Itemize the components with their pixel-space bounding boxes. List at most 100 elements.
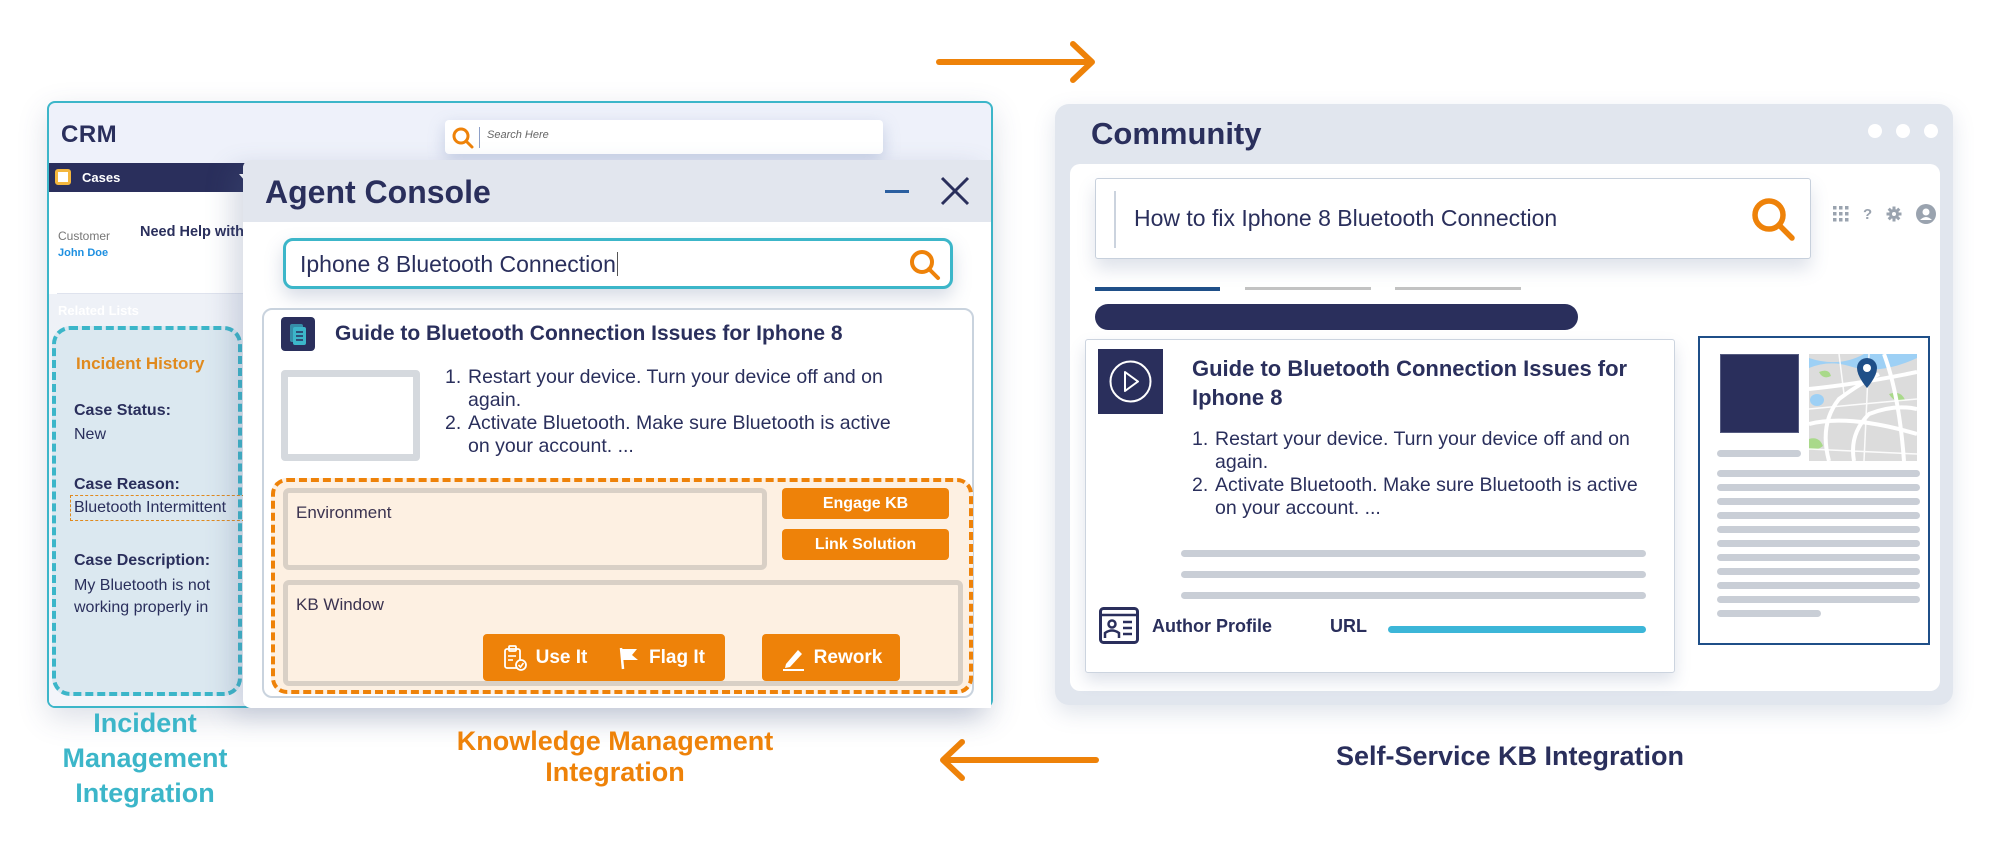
community-title: Community bbox=[1091, 116, 1262, 151]
image-placeholder bbox=[1720, 354, 1799, 433]
knowledge-management-caption: Knowledge Management Integration bbox=[410, 726, 820, 788]
search-separator bbox=[479, 127, 480, 148]
window-dot-icon[interactable] bbox=[1924, 124, 1938, 138]
link-solution-button[interactable]: Link Solution bbox=[782, 529, 949, 560]
flag-it-button[interactable]: Flag It bbox=[597, 634, 725, 681]
step-item: 1. Restart your device. Turn your device … bbox=[1192, 428, 1652, 474]
step-item: 2. Activate Bluetooth. Make sure Bluetoot… bbox=[1192, 474, 1652, 520]
community-toolbar: ? bbox=[1833, 204, 1937, 224]
step-text: Activate Bluetooth. Make sure Bluetooth … bbox=[1215, 474, 1638, 519]
search-value: Iphone 8 Bluetooth Connection bbox=[300, 251, 616, 277]
community-tab-active[interactable] bbox=[1095, 287, 1220, 291]
caption-line: Management bbox=[62, 743, 228, 773]
case-reason-label: Case Reason: bbox=[74, 476, 180, 493]
arrow-right-icon bbox=[936, 41, 1095, 83]
step-number: 1. bbox=[1192, 428, 1209, 450]
case-status-value: New bbox=[74, 426, 107, 443]
related-lists-label: Related Lists bbox=[58, 303, 139, 318]
case-status-label: Case Status: bbox=[74, 402, 171, 419]
caption-line: Incident bbox=[93, 708, 197, 738]
link-solution-label: Link Solution bbox=[814, 535, 917, 553]
text-placeholder-line bbox=[1717, 596, 1920, 603]
map-icon bbox=[1809, 354, 1917, 461]
url-link-bar[interactable] bbox=[1388, 626, 1646, 633]
text-placeholder-line bbox=[1717, 498, 1920, 505]
use-it-button[interactable]: Use It bbox=[483, 634, 606, 681]
kb-thumbnail bbox=[281, 370, 420, 461]
text-placeholder-line bbox=[1181, 550, 1646, 557]
text-placeholder-line bbox=[1717, 512, 1920, 519]
user-avatar-icon[interactable] bbox=[1916, 204, 1937, 224]
community-side-card[interactable] bbox=[1698, 336, 1930, 645]
community-banner-bar bbox=[1095, 304, 1578, 330]
clipboard-check-icon bbox=[503, 644, 527, 671]
community-article-steps: 1. Restart your device. Turn your device … bbox=[1192, 428, 1652, 520]
author-profile-icon bbox=[1099, 607, 1139, 644]
step-number: 2. bbox=[445, 412, 462, 434]
text-placeholder-line bbox=[1717, 450, 1801, 457]
help-icon[interactable]: ? bbox=[1863, 206, 1872, 223]
text-caret bbox=[616, 252, 619, 276]
crm-title: CRM bbox=[61, 121, 118, 148]
flag-it-label: Flag It bbox=[649, 646, 705, 668]
community-tab[interactable] bbox=[1395, 287, 1521, 290]
community-tab[interactable] bbox=[1245, 287, 1371, 290]
step-item: 2. Activate Bluetooth. Make sure Bluetoot… bbox=[445, 412, 905, 458]
kb-result-card[interactable]: Guide to Bluetooth Connection Issues for… bbox=[262, 308, 974, 698]
step-number: 2. bbox=[1192, 474, 1209, 496]
apps-grid-icon[interactable] bbox=[1833, 206, 1849, 222]
rework-button[interactable]: Rework bbox=[762, 634, 900, 681]
community-search-input[interactable]: How to fix Iphone 8 Bluetooth Connection bbox=[1095, 178, 1811, 259]
agent-search-input[interactable]: Iphone 8 Bluetooth Connection bbox=[283, 238, 953, 289]
text-placeholder-line bbox=[1717, 568, 1920, 575]
search-icon[interactable] bbox=[908, 248, 942, 282]
cases-label: Cases bbox=[82, 170, 121, 185]
cases-nav-tab[interactable]: Cases bbox=[49, 163, 259, 192]
step-number: 1. bbox=[445, 366, 462, 388]
agent-console-title: Agent Console bbox=[265, 174, 491, 210]
engage-kb-button[interactable]: Engage KB bbox=[782, 488, 949, 519]
text-placeholder-line bbox=[1717, 554, 1920, 561]
document-icon bbox=[281, 317, 315, 351]
community-window: Community How to fix Iphone 8 Bluetooth … bbox=[1055, 104, 1953, 705]
agent-console-header: Agent Console bbox=[243, 160, 991, 222]
caption-line: Integration bbox=[75, 778, 215, 808]
url-label: URL bbox=[1330, 616, 1367, 636]
search-separator bbox=[1114, 191, 1116, 248]
pencil-edit-icon bbox=[782, 649, 804, 671]
text-placeholder-line bbox=[1181, 571, 1646, 578]
minimize-button[interactable] bbox=[883, 186, 911, 200]
case-description-label: Case Description: bbox=[74, 552, 211, 569]
window-dot-icon[interactable] bbox=[1868, 124, 1882, 138]
kb-window-panel: KB Window Use It Flag It Rework bbox=[283, 580, 963, 686]
community-article-card[interactable]: Guide to Bluetooth Connection Issues for… bbox=[1085, 339, 1675, 673]
customer-name-link[interactable]: John Doe bbox=[58, 247, 108, 259]
kb-window-label: KB Window bbox=[296, 595, 384, 614]
close-icon[interactable] bbox=[938, 174, 972, 208]
flag-icon bbox=[619, 647, 639, 669]
play-video-icon[interactable] bbox=[1098, 349, 1163, 414]
step-text: Restart your device. Turn your device of… bbox=[1215, 428, 1630, 473]
text-placeholder-line bbox=[1717, 526, 1920, 533]
step-text: Restart your device. Turn your device of… bbox=[468, 366, 883, 411]
caption-line: Knowledge Management bbox=[456, 726, 774, 756]
agent-console-window: Agent Console Iphone 8 Bluetooth Connect… bbox=[243, 160, 991, 708]
window-dot-icon[interactable] bbox=[1896, 124, 1910, 138]
knowledge-management-zone: Environment Engage KB Link Solution KB W… bbox=[271, 478, 973, 694]
text-placeholder-line bbox=[1181, 592, 1646, 599]
crm-search-input[interactable]: Search Here bbox=[445, 120, 883, 154]
environment-panel[interactable]: Environment bbox=[283, 488, 767, 570]
incident-history-panel: Incident History Case Status: New Case R… bbox=[52, 326, 250, 696]
step-item: 1. Restart your device. Turn your device … bbox=[445, 366, 905, 412]
self-service-caption: Self-Service KB Integration bbox=[1335, 741, 1685, 771]
kb-result-title[interactable]: Guide to Bluetooth Connection Issues for… bbox=[335, 322, 843, 346]
cases-icon bbox=[55, 169, 71, 185]
community-article-title[interactable]: Guide to Bluetooth Connection Issues for… bbox=[1192, 354, 1662, 412]
author-profile-link[interactable]: Author Profile bbox=[1152, 616, 1272, 637]
text-placeholder-line bbox=[1717, 582, 1920, 589]
gear-icon[interactable] bbox=[1886, 206, 1902, 222]
search-icon[interactable] bbox=[1748, 194, 1798, 244]
use-it-label: Use It bbox=[535, 646, 588, 668]
rework-label: Rework bbox=[813, 646, 883, 668]
step-text: Activate Bluetooth. Make sure Bluetooth … bbox=[468, 412, 891, 457]
